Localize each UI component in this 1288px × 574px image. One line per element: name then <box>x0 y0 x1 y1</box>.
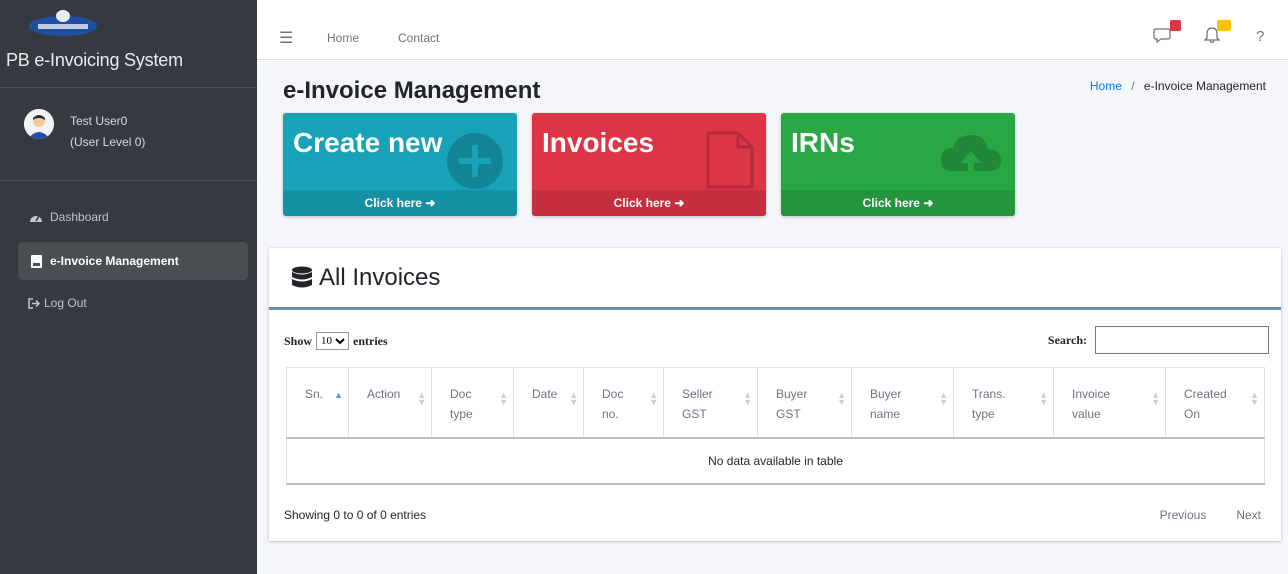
sort-icon: ▲ ▼ <box>499 390 508 407</box>
sort-asc-icon: ▲ <box>334 390 343 400</box>
column-header-sn[interactable]: Sn. ▲ <box>286 367 349 439</box>
card-title: All Invoices <box>291 264 440 292</box>
column-header-created-on[interactable]: Created On ▲ ▼ <box>1165 367 1265 439</box>
arrow-circle-right-icon: ➜ <box>425 196 436 210</box>
nav-contact-link[interactable]: Contact <box>398 31 439 45</box>
box-title: IRNs <box>791 127 855 158</box>
entries-select[interactable]: 10 <box>316 332 350 350</box>
avatar[interactable] <box>24 109 54 139</box>
column-header-doc-no[interactable]: Doc no. ▲ ▼ <box>583 367 664 439</box>
column-header-buyer-gst[interactable]: Buyer GST ▲ ▼ <box>757 367 852 439</box>
arrow-circle-right-icon: ➜ <box>674 196 685 210</box>
card-header: All Invoices <box>269 248 1281 310</box>
breadcrumb: Home / e-Invoice Management <box>1090 79 1266 93</box>
box-title: Invoices <box>542 127 655 158</box>
sort-icon: ▲ ▼ <box>417 390 426 407</box>
breadcrumb-home-link[interactable]: Home <box>1090 79 1122 93</box>
table-info: Showing 0 to 0 of 0 entries <box>284 508 427 522</box>
sort-icon: ▲ ▼ <box>939 390 948 407</box>
sort-icon: ▲ ▼ <box>743 390 752 407</box>
page-title: e-Invoice Management <box>283 77 541 104</box>
table-row: No data available in table <box>286 437 1265 485</box>
user-name[interactable]: Test User0 <box>70 114 127 128</box>
create-new-box[interactable]: Create new Click here ➜ <box>283 113 517 216</box>
create-new-link[interactable]: Click here ➜ <box>283 190 517 216</box>
sidebar-item-dashboard[interactable]: Dashboard <box>18 198 248 236</box>
sort-icon: ▲ ▼ <box>1039 390 1048 407</box>
breadcrumb-separator: / <box>1131 79 1135 93</box>
cloud-upload-icon <box>941 135 1001 179</box>
column-header-date[interactable]: Date ▲ ▼ <box>513 367 584 439</box>
column-header-trans-type[interactable]: Trans. type ▲ ▼ <box>953 367 1054 439</box>
breadcrumb-current: e-Invoice Management <box>1143 79 1266 93</box>
bell-icon[interactable] <box>1203 20 1231 48</box>
sidebar-item-e-invoice-management[interactable]: e-Invoice Management <box>18 242 248 280</box>
card-title-text: All Invoices <box>319 264 441 291</box>
sidebar-item-logout[interactable]: Log Out <box>26 284 146 322</box>
invoices-box[interactable]: Invoices Click here ➜ <box>532 113 766 216</box>
sort-icon: ▲ ▼ <box>1250 390 1259 407</box>
column-header-action[interactable]: Action ▲ ▼ <box>348 367 432 439</box>
sidebar-item-label: Dashboard <box>50 210 109 224</box>
content-area: e-Invoice Management Home / e-Invoice Ma… <box>257 61 1288 574</box>
search-label: Search: <box>1047 332 1087 347</box>
notifications-badge <box>1217 20 1231 31</box>
invoices-table: Sn. ▲ Action ▲ ▼ Doc type ▲ ▼ Date ▲ ▼ Doc no. ▲ ▼ … <box>286 367 1265 485</box>
sidebar-item-label: e-Invoice Management <box>50 254 179 268</box>
user-avatar-icon <box>24 109 54 139</box>
plus-circle-icon <box>447 133 503 189</box>
nav-home-link[interactable]: Home <box>327 31 359 45</box>
sidebar-item-label: Log Out <box>44 296 87 310</box>
irns-link[interactable]: Click here ➜ <box>781 190 1015 216</box>
brand[interactable]: PB e-Invoicing System <box>0 0 257 88</box>
pagination: Previous Next <box>1130 508 1261 522</box>
previous-page-button[interactable]: Previous <box>1160 508 1207 522</box>
column-header-doc-type[interactable]: Doc type ▲ ▼ <box>431 367 514 439</box>
sort-icon: ▲ ▼ <box>1151 390 1160 407</box>
menu-toggle-icon[interactable]: ☰ <box>279 28 293 48</box>
messages-badge <box>1170 20 1181 31</box>
logo-icon <box>29 10 97 36</box>
arrow-circle-right-icon: ➜ <box>923 196 934 210</box>
next-page-button[interactable]: Next <box>1236 508 1261 522</box>
file-icon <box>22 254 50 268</box>
user-panel: Test User0 (User Level 0) <box>0 89 257 181</box>
box-footer-label: Click here <box>613 196 671 210</box>
brand-name: PB e-Invoicing System <box>6 50 183 70</box>
sort-icon: ▲ ▼ <box>649 390 658 407</box>
entries-length-control: Show 10 entries <box>284 332 388 350</box>
sort-icon: ▲ ▼ <box>569 390 578 407</box>
top-navbar: ☰ Home Contact ? <box>257 0 1288 60</box>
search-control: Search: <box>1048 326 1269 354</box>
box-footer-label: Click here <box>862 196 920 210</box>
dashboard-icon <box>22 211 50 223</box>
empty-table-message: No data available in table <box>286 437 1265 485</box>
search-input[interactable] <box>1095 326 1269 354</box>
invoices-link[interactable]: Click here ➜ <box>532 190 766 216</box>
column-header-seller-gst[interactable]: Seller GST ▲ ▼ <box>663 367 758 439</box>
help-icon[interactable]: ? <box>1256 28 1278 50</box>
comments-icon[interactable] <box>1153 20 1181 48</box>
column-header-invoice-value[interactable]: Invoice value ▲ ▼ <box>1053 367 1166 439</box>
sort-icon: ▲ ▼ <box>837 390 846 407</box>
logout-icon <box>26 297 42 309</box>
user-level: (User Level 0) <box>70 135 146 149</box>
column-header-buyer-name[interactable]: Buyer name ▲ ▼ <box>851 367 954 439</box>
irns-box[interactable]: IRNs Click here ➜ <box>781 113 1015 216</box>
show-label: Show <box>284 333 313 348</box>
document-icon <box>706 131 754 189</box>
entries-label: entries <box>353 333 388 348</box>
table-header-row: Sn. ▲ Action ▲ ▼ Doc type ▲ ▼ Date ▲ ▼ Doc no. ▲ ▼ … <box>286 367 1265 439</box>
box-title: Create new <box>293 127 443 158</box>
database-icon <box>292 266 312 288</box>
all-invoices-card: All Invoices Show 10 entries Search: Sn.… <box>269 248 1281 541</box>
box-footer-label: Click here <box>364 196 422 210</box>
sidebar: PB e-Invoicing System Test User0 (User L… <box>0 0 257 574</box>
